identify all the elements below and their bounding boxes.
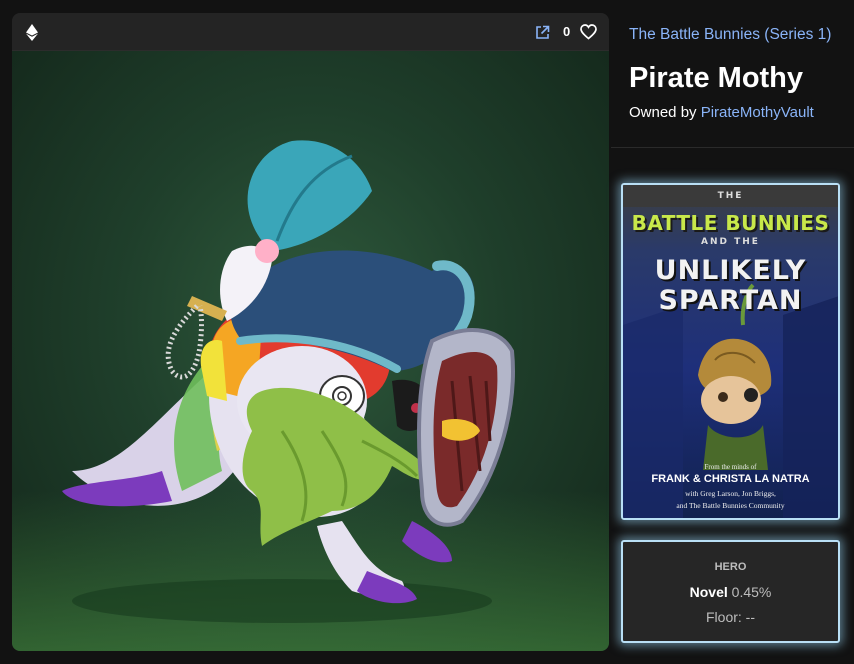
- collection-link[interactable]: The Battle Bunnies (Series 1): [629, 26, 831, 44]
- trait-floor: Floor: --: [706, 609, 755, 625]
- book-title-line-4: UNLIKELY: [654, 255, 807, 286]
- trait-value-line: Novel 0.45%: [623, 584, 838, 600]
- book-title-line-1: THE: [717, 191, 744, 201]
- divider: [611, 147, 854, 148]
- book-authors: FRANK & CHRISTA LA NATRA: [651, 473, 810, 485]
- book-from-text: From the minds of: [704, 463, 757, 471]
- trait-value: Novel: [689, 584, 728, 600]
- ethereum-icon: [26, 24, 38, 41]
- book-title-line-3: AND THE: [701, 237, 760, 247]
- book-community: and The Battle Bunnies Community: [676, 501, 785, 510]
- like-count: 0: [563, 24, 571, 39]
- owner-link[interactable]: PirateMothyVault: [701, 104, 814, 121]
- heart-icon[interactable]: [580, 24, 597, 40]
- owned-by-label: Owned by: [629, 104, 697, 121]
- external-link-icon[interactable]: [535, 25, 550, 40]
- item-title: Pirate Mothy: [629, 62, 804, 94]
- book-contributors: with Greg Larson, Jon Briggs,: [685, 489, 776, 498]
- trait-card[interactable]: HERO Novel 0.45% Floor: --: [621, 540, 840, 643]
- book-cover-card[interactable]: THE BATTLE BUNNIES AND THE UNLIKELY SPAR…: [621, 183, 840, 520]
- book-title-line-5: SPARTAN: [658, 285, 803, 316]
- trait-percent: 0.45%: [731, 584, 772, 600]
- owner-line: Owned by PirateMothyVault: [629, 104, 814, 121]
- trait-type: HERO: [714, 561, 747, 573]
- nft-artwork-image: [12, 51, 609, 651]
- book-title-line-2: BATTLE BUNNIES: [631, 211, 830, 235]
- artwork-viewer: 0: [12, 13, 609, 651]
- viewer-toolbar: 0: [12, 13, 609, 51]
